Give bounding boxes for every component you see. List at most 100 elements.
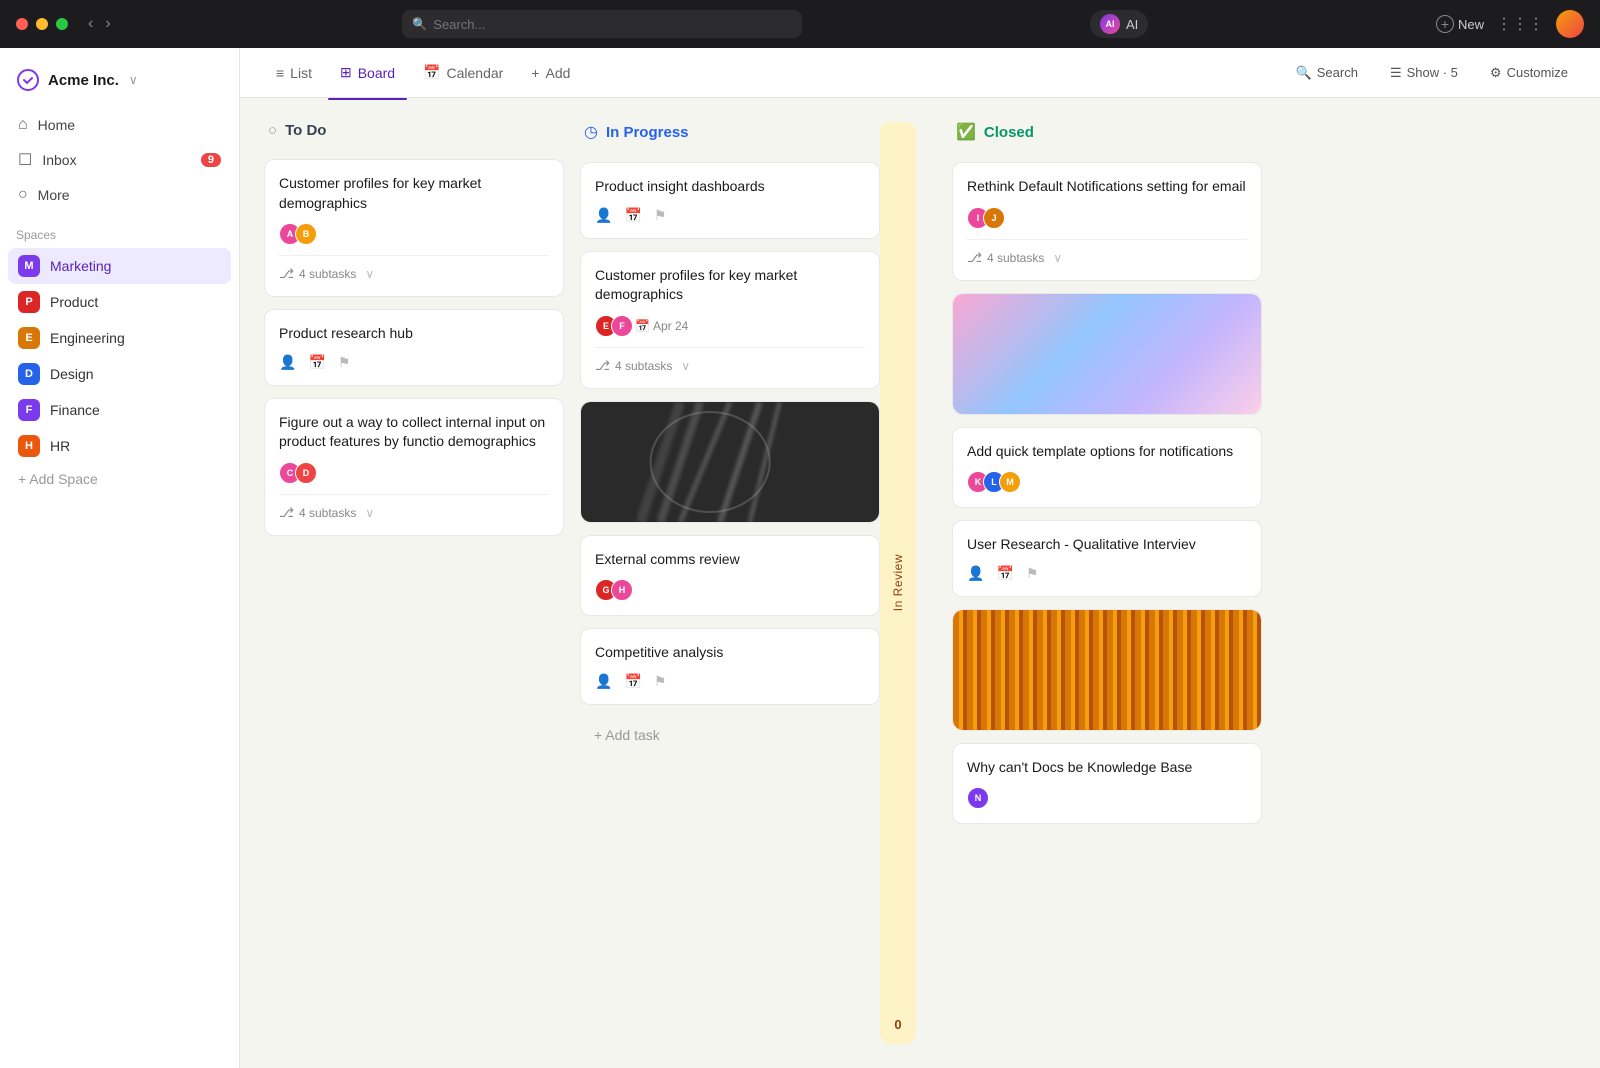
calendar-card-icon: 📅 — [996, 565, 1013, 582]
column-todo: ○ To Do Customer profiles for key market… — [264, 122, 564, 1044]
sidebar-item-finance[interactable]: F Finance — [8, 392, 231, 428]
card-cl-6[interactable]: Why can't Docs be Knowledge Base N — [952, 743, 1262, 825]
card-todo-1[interactable]: Customer profiles for key market demogra… — [264, 159, 564, 297]
inprogress-header: ◷ In Progress — [580, 122, 880, 150]
sidebar: Acme Inc. ∨ ⌂ Home ☐ Inbox 9 ○ More Spac… — [0, 48, 240, 1068]
show-action[interactable]: ☰ Show · 5 — [1382, 61, 1466, 85]
home-icon: ⌂ — [18, 116, 28, 134]
maximize-window-btn[interactable] — [56, 18, 68, 30]
finance-label: Finance — [50, 402, 100, 418]
app-area: Acme Inc. ∨ ⌂ Home ☐ Inbox 9 ○ More Spac… — [0, 48, 1600, 1068]
inprogress-title: In Progress — [606, 124, 689, 141]
closed-status-icon: ✅ — [956, 122, 976, 142]
card-ip-2-meta: E F 📅 Apr 24 — [595, 315, 865, 337]
card-todo-2[interactable]: Product research hub 👤 📅 ⚑ — [264, 309, 564, 386]
card-ip-2-title: Customer profiles for key market demogra… — [595, 266, 865, 305]
flag-icon: ⚑ — [654, 207, 667, 224]
card-cl-4[interactable]: User Research - Qualitative Interviev 👤 … — [952, 520, 1262, 597]
sidebar-item-more[interactable]: ○ More — [8, 178, 231, 212]
card-cl-1-avatars: I J — [967, 207, 1247, 229]
calendar-card-icon: 📅 — [308, 354, 325, 371]
sidebar-item-hr[interactable]: H HR — [8, 428, 231, 464]
global-search-input[interactable] — [433, 17, 792, 32]
board-area: ○ To Do Customer profiles for key market… — [240, 98, 1600, 1068]
top-bar: ‹ › 🔍 AI AI + New ⋮⋮⋮ — [0, 0, 1600, 48]
tab-add[interactable]: + Add — [519, 59, 582, 87]
card-todo-1-title: Customer profiles for key market demogra… — [279, 174, 549, 213]
global-search-bar[interactable]: 🔍 — [402, 10, 802, 38]
new-button[interactable]: + New — [1436, 15, 1484, 33]
search-action-icon: 🔍 — [1296, 65, 1312, 81]
sub-header: ≡ List ⊞ Board 📅 Calendar + Add 🔍 Search — [240, 48, 1600, 98]
subtask-icon: ⎇ — [967, 250, 982, 266]
flag-icon: ⚑ — [338, 354, 351, 371]
forward-arrow[interactable]: › — [101, 13, 114, 35]
card-cl-2[interactable] — [952, 293, 1262, 415]
ai-label: AI — [1126, 17, 1138, 32]
card-todo-3[interactable]: Figure out a way to collect internal inp… — [264, 398, 564, 536]
nav-arrows: ‹ › — [84, 13, 115, 35]
user-avatar[interactable] — [1556, 10, 1584, 38]
card-cl-1[interactable]: Rethink Default Notifications setting fo… — [952, 162, 1262, 281]
card-cl-5[interactable] — [952, 609, 1262, 731]
grid-icon[interactable]: ⋮⋮⋮ — [1496, 14, 1544, 34]
close-window-btn[interactable] — [16, 18, 28, 30]
card-ip-1[interactable]: Product insight dashboards 👤 📅 ⚑ — [580, 162, 880, 239]
card-cl-1-title: Rethink Default Notifications setting fo… — [967, 177, 1247, 197]
avatar: B — [295, 223, 317, 245]
person-icon: 👤 — [595, 207, 612, 224]
back-arrow[interactable]: ‹ — [84, 13, 97, 35]
card-ip-4-title: External comms review — [595, 550, 865, 570]
add-space-button[interactable]: + Add Space — [0, 464, 239, 494]
more-label: More — [38, 187, 70, 203]
card-ip-3[interactable] — [580, 401, 880, 523]
todo-status-icon: ○ — [268, 122, 277, 139]
sidebar-item-design[interactable]: D Design — [8, 356, 231, 392]
sidebar-item-engineering[interactable]: E Engineering — [8, 320, 231, 356]
subtask-count: 4 subtasks — [299, 267, 356, 281]
column-closed: ✅ Closed Rethink Default Notifications s… — [952, 122, 1262, 1044]
customize-label: Customize — [1507, 65, 1568, 80]
card-cl-5-image — [953, 610, 1261, 730]
tab-calendar[interactable]: 📅 Calendar — [411, 58, 515, 87]
hr-dot: H — [18, 435, 40, 457]
sidebar-item-inbox[interactable]: ☐ Inbox 9 — [8, 142, 231, 178]
subtask-count: 4 subtasks — [299, 506, 356, 520]
closed-header: ✅ Closed — [952, 122, 1262, 150]
bw-image — [581, 402, 879, 522]
ai-avatar: AI — [1100, 14, 1120, 34]
card-cl-3[interactable]: Add quick template options for notificat… — [952, 427, 1262, 509]
customize-action[interactable]: ⚙ Customize — [1482, 61, 1576, 85]
search-action[interactable]: 🔍 Search — [1288, 61, 1366, 85]
engineering-label: Engineering — [50, 330, 125, 346]
card-ip-4[interactable]: External comms review G H — [580, 535, 880, 617]
design-label: Design — [50, 366, 94, 382]
product-dot: P — [18, 291, 40, 313]
sidebar-nav: ⌂ Home ☐ Inbox 9 ○ More — [0, 108, 239, 212]
card-todo-2-title: Product research hub — [279, 324, 549, 344]
minimize-window-btn[interactable] — [36, 18, 48, 30]
sidebar-item-marketing[interactable]: M Marketing — [8, 248, 231, 284]
in-review-label: In Review — [891, 554, 905, 611]
card-cl-2-image — [953, 294, 1261, 414]
card-todo-2-actions: 👤 📅 ⚑ — [279, 354, 549, 371]
card-ip-1-actions: 👤 📅 ⚑ — [595, 207, 865, 224]
hr-label: HR — [50, 438, 70, 454]
in-review-column: In Review 0 — [880, 122, 916, 1044]
finance-dot: F — [18, 399, 40, 421]
inprogress-area: ◷ In Progress Product insight dashboards… — [580, 122, 936, 1044]
add-task-button[interactable]: + Add task — [580, 717, 880, 753]
avatar: J — [983, 207, 1005, 229]
tab-list[interactable]: ≡ List — [264, 59, 324, 87]
card-todo-3-avatars: C D — [279, 462, 549, 484]
workspace-logo[interactable]: Acme Inc. ∨ — [0, 60, 239, 108]
sidebar-item-product[interactable]: P Product — [8, 284, 231, 320]
card-ip-5[interactable]: Competitive analysis 👤 📅 ⚑ — [580, 628, 880, 705]
card-ip-2[interactable]: Customer profiles for key market demogra… — [580, 251, 880, 389]
logo-icon — [16, 68, 40, 92]
ai-button[interactable]: AI AI — [1090, 10, 1148, 38]
add-label: Add — [546, 65, 571, 81]
marketing-label: Marketing — [50, 258, 111, 274]
sidebar-item-home[interactable]: ⌂ Home — [8, 108, 231, 142]
tab-board[interactable]: ⊞ Board — [328, 58, 407, 87]
